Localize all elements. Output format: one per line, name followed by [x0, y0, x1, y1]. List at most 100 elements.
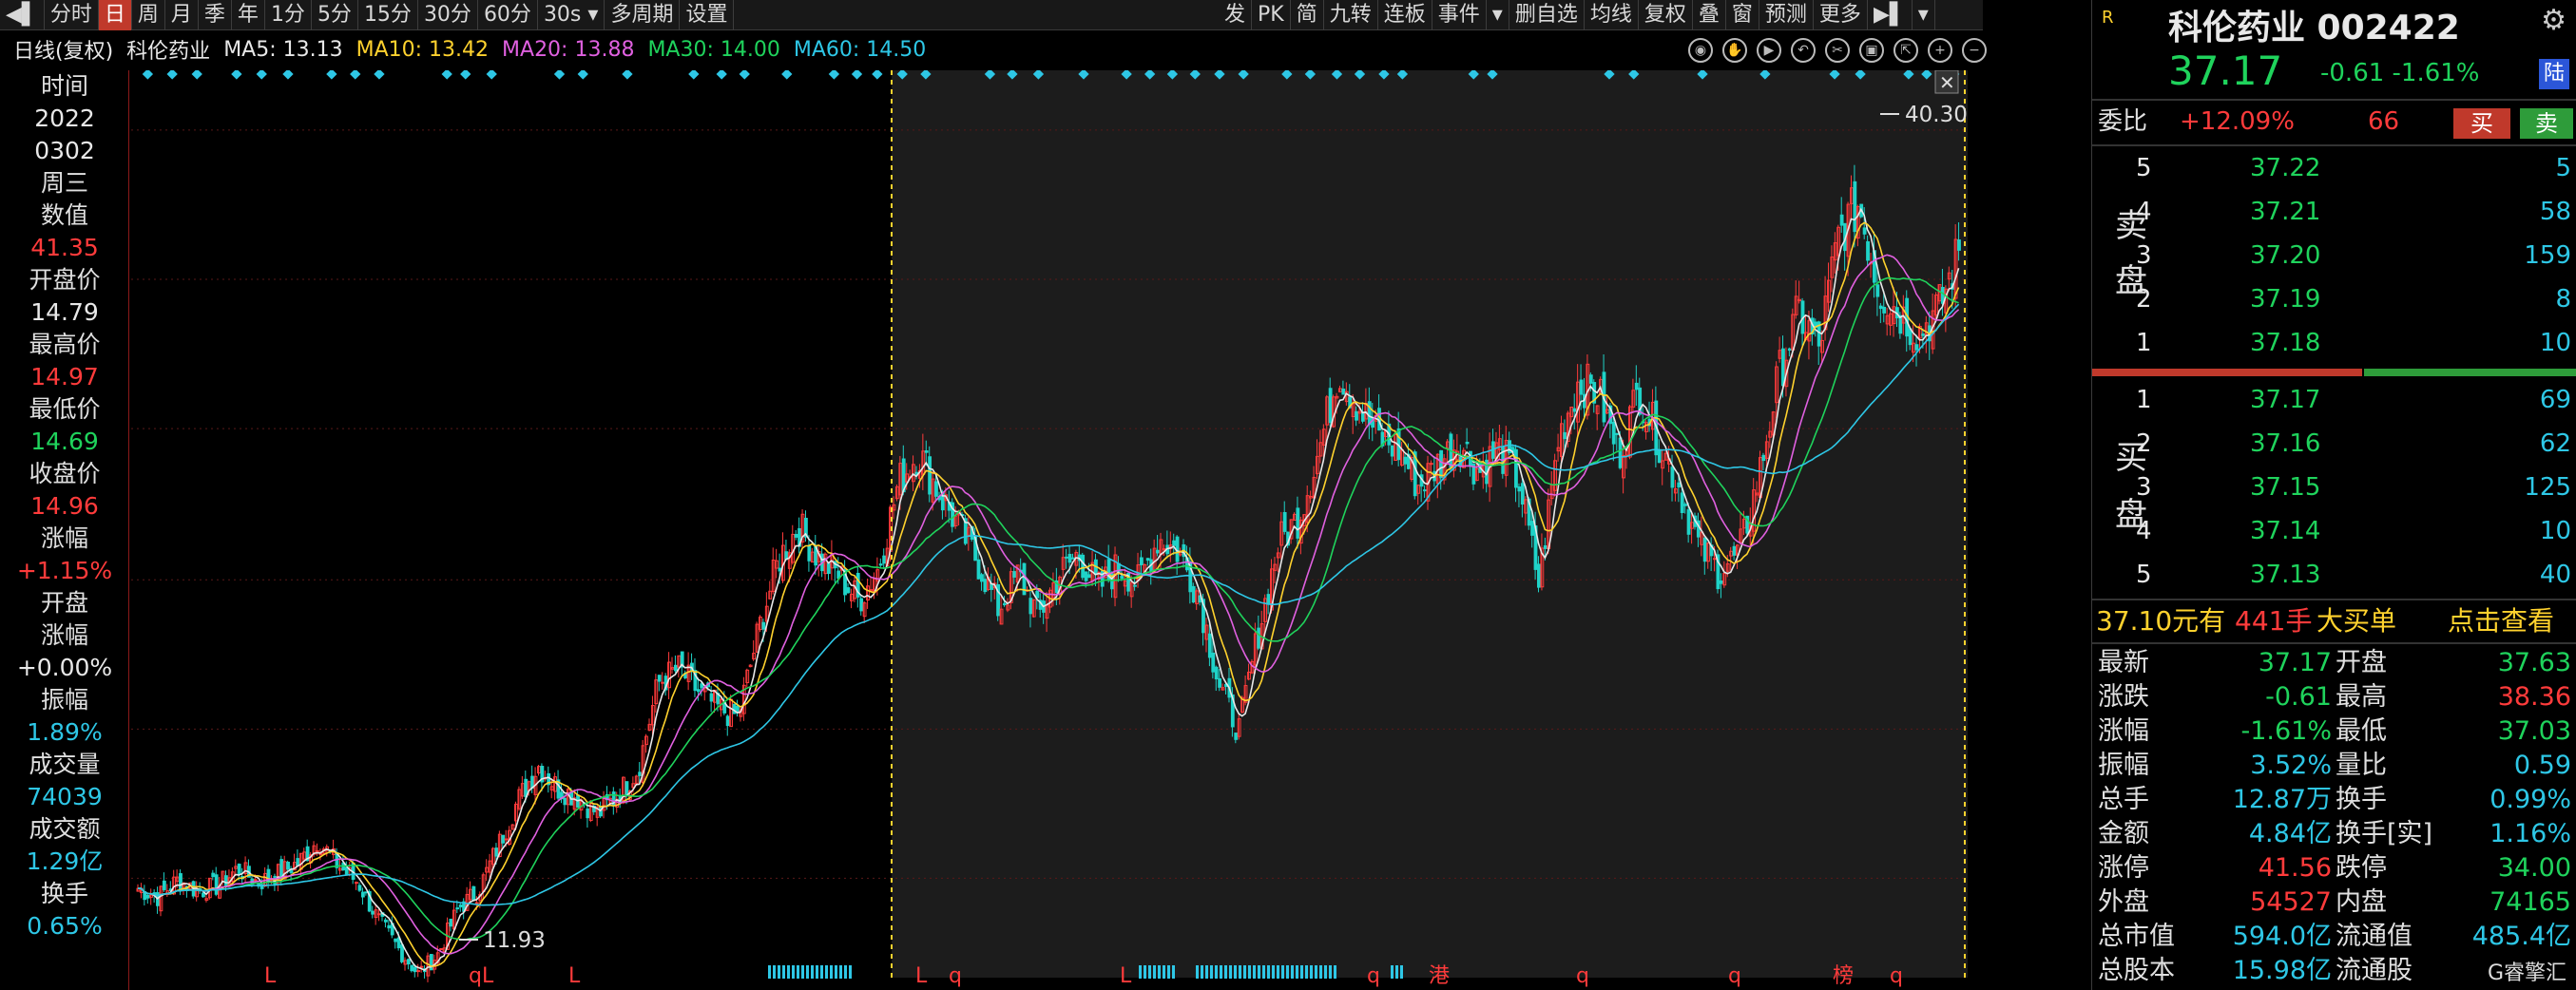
dropdown-icon[interactable]: ▾: [1913, 0, 1935, 30]
tb-caret-icon[interactable]: ▾: [1487, 0, 1509, 30]
sell-button[interactable]: 卖: [2520, 108, 2573, 139]
tab-15min[interactable]: 15分: [358, 0, 418, 30]
close-button[interactable]: ✕: [1934, 70, 1959, 94]
bottom-marker[interactable]: qL: [469, 964, 494, 988]
collapse-icon[interactable]: ▶▌: [1868, 0, 1913, 30]
tb-del-favorite[interactable]: 删自选: [1509, 0, 1585, 30]
tb-lianban[interactable]: 连板: [1378, 0, 1432, 30]
candle-body: [1390, 445, 1394, 457]
settings-button[interactable]: 设置: [680, 0, 735, 30]
eye-icon[interactable]: ◉: [1688, 38, 1713, 63]
tab-quarter[interactable]: 季: [199, 0, 232, 30]
tab-day[interactable]: 日: [98, 0, 132, 30]
bottom-marker[interactable]: L: [1120, 964, 1132, 988]
sell-level-4[interactable]: 4 37.21 58: [2136, 190, 2576, 234]
tb-jian[interactable]: 简: [1291, 0, 1324, 30]
divider-green: [2364, 369, 2576, 376]
tb-die[interactable]: 叠: [1693, 0, 1726, 30]
level-index: 2: [2136, 285, 2152, 314]
bottom-marker[interactable]: q: [1890, 964, 1903, 988]
stat-key: 内盘: [2336, 887, 2387, 917]
tb-jiuzhuan[interactable]: 九转: [1324, 0, 1378, 30]
candle-body: [406, 959, 411, 965]
scissors-icon[interactable]: ✂: [1825, 38, 1850, 63]
sell-level-2[interactable]: 2 37.19 8: [2136, 277, 2576, 321]
tab-month[interactable]: 月: [165, 0, 199, 30]
bottom-marker[interactable]: L: [915, 964, 928, 988]
buy-level-3[interactable]: 3 37.15 125: [2136, 466, 2576, 509]
bottom-marker[interactable]: L: [264, 964, 277, 988]
sell-level-5[interactable]: 5 37.22 5: [2136, 146, 2576, 190]
view-details-link[interactable]: 点击查看: [2448, 600, 2554, 642]
bottom-marker[interactable]: 港: [1429, 964, 1450, 988]
tb-more[interactable]: 更多: [1814, 0, 1868, 30]
gear-icon[interactable]: ⚙: [2541, 4, 2566, 37]
tb-forecast[interactable]: 预测: [1759, 0, 1814, 30]
tb-shijian[interactable]: 事件: [1432, 0, 1487, 30]
stat-value: 37.63: [2497, 648, 2571, 677]
level-index: 5: [2136, 561, 2152, 589]
expand-icon[interactable]: ⇱: [1894, 38, 1918, 63]
level-volume: 5: [2555, 154, 2571, 182]
candle-body: [1615, 432, 1620, 435]
tb-pk[interactable]: PK: [1252, 0, 1291, 30]
bottom-marker[interactable]: q: [1576, 964, 1589, 988]
stat-value: 37.17: [2258, 648, 2332, 677]
candle-body: [1133, 584, 1137, 587]
bottom-marker[interactable]: q: [1728, 964, 1741, 988]
stat-value: 0.99%: [2489, 785, 2571, 814]
zoom-out-icon[interactable]: −: [1962, 38, 1987, 63]
candle-body: [1957, 239, 1961, 251]
buy-level-2[interactable]: 2 37.16 62: [2136, 422, 2576, 466]
buy-level-4[interactable]: 4 37.14 10: [2136, 509, 2576, 553]
play-icon[interactable]: ▶: [1757, 38, 1781, 63]
bottom-marker[interactable]: 榜: [1833, 964, 1854, 988]
bottom-marker[interactable]: q: [949, 964, 962, 988]
tb-ma[interactable]: 均线: [1585, 0, 1639, 30]
candle-body: [1120, 576, 1125, 580]
candle-body: [296, 858, 300, 866]
close-value: 14.96: [30, 492, 99, 520]
chart-type-label[interactable]: 日线(复权): [13, 34, 113, 65]
level-index: 1: [2136, 386, 2152, 414]
tb-fa[interactable]: 发: [1219, 0, 1253, 30]
zoom-in-icon[interactable]: +: [1928, 38, 1952, 63]
sell-level-3[interactable]: 3 37.20 159: [2136, 234, 2576, 277]
tab-30min[interactable]: 30分: [418, 0, 478, 30]
bottom-marker[interactable]: q: [1367, 964, 1380, 988]
candle-body: [211, 872, 216, 878]
tab-fenshi[interactable]: 分时: [45, 0, 99, 30]
undo-icon[interactable]: ↶: [1791, 38, 1816, 63]
tab-week[interactable]: 周: [132, 0, 165, 30]
candle-body: [563, 797, 567, 806]
candle-body: [1680, 492, 1684, 513]
sell-level-1[interactable]: 1 37.18 10: [2136, 321, 2576, 365]
big-order-row[interactable]: 37.10元有 441手 大买单 点击查看: [2092, 600, 2576, 642]
tab-year[interactable]: 年: [232, 0, 265, 30]
tab-60min[interactable]: 60分: [478, 0, 538, 30]
event-bar: [1215, 965, 1218, 979]
change-value: +1.15%: [16, 557, 113, 584]
tb-window[interactable]: 窗: [1726, 0, 1759, 30]
level-index: 3: [2136, 473, 2152, 502]
tab-5min[interactable]: 5分: [312, 0, 358, 30]
candle-body: [1634, 382, 1639, 390]
candle-body: [315, 849, 319, 852]
tab-multi-period[interactable]: 多周期: [605, 0, 681, 30]
candle-body: [400, 944, 404, 962]
candlestick-chart[interactable]: 41.8736.6431.4126.1120.8815.65 40.30 11.…: [131, 70, 1968, 990]
tab-30s[interactable]: 30s ▾: [538, 0, 606, 30]
lock-icon[interactable]: ▣: [1859, 38, 1884, 63]
buy-button[interactable]: 买: [2453, 108, 2510, 139]
tab-1min[interactable]: 1分: [265, 0, 312, 30]
buy-level-5[interactable]: 5 37.13 40: [2136, 553, 2576, 597]
candle-body: [846, 587, 851, 594]
buy-level-1[interactable]: 1 37.17 69: [2136, 378, 2576, 422]
bottom-marker[interactable]: L: [568, 964, 581, 988]
hand-icon[interactable]: ✋: [1722, 38, 1747, 63]
tb-fuquan[interactable]: 复权: [1639, 0, 1693, 30]
back-icon[interactable]: ◀▌: [0, 0, 45, 30]
candle-body: [882, 555, 887, 564]
stat-value: 0.59: [2513, 751, 2571, 780]
stat-key: 金额: [2098, 819, 2149, 848]
